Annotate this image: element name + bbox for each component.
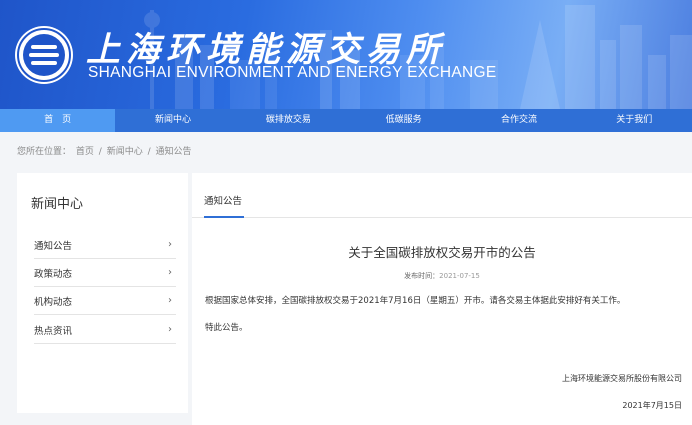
sidebar-item-label: 政策动态: [34, 268, 73, 280]
header-banner: 上海环境能源交易所 SHANGHAI ENVIRONMENT AND ENERG…: [0, 0, 692, 109]
breadcrumb-link-news[interactable]: 新闻中心: [107, 147, 143, 157]
chevron-right-icon: ›: [168, 295, 172, 306]
tab-divider: [192, 217, 692, 218]
sidebar-item-institution[interactable]: 机构动态 ›: [34, 287, 176, 315]
article-paragraph: 特此公告。: [205, 323, 248, 333]
nav-item-low-carbon-services[interactable]: 低碳服务: [346, 109, 461, 132]
publish-date: 2021-07-15: [439, 272, 480, 280]
tab-notices[interactable]: 通知公告: [204, 193, 242, 207]
main-content: 通知公告 关于全国碳排放权交易开市的公告 发布时间：2021-07-15 根据国…: [192, 173, 692, 425]
signing-date: 2021年7月15日: [622, 401, 682, 410]
nav-item-carbon-trading[interactable]: 碳排放交易: [231, 109, 346, 132]
breadcrumb-current: 通知公告: [155, 147, 192, 157]
sidebar-item-notices[interactable]: 通知公告 ›: [34, 231, 176, 259]
nav-item-about[interactable]: 关于我们: [577, 109, 692, 132]
publish-label: 发布时间：: [404, 272, 440, 280]
main-nav: 首 页 新闻中心 碳排放交易 低碳服务 合作交流 关于我们: [0, 109, 692, 132]
chevron-right-icon: ›: [168, 324, 172, 335]
breadcrumb-separator: /: [147, 147, 151, 157]
sidebar-item-hot-news[interactable]: 热点资讯 ›: [34, 316, 176, 344]
sidebar: 新闻中心 通知公告 › 政策动态 › 机构动态 › 热点资讯 ›: [17, 173, 188, 413]
company-logo: [15, 26, 73, 84]
nav-item-cooperation[interactable]: 合作交流: [461, 109, 576, 132]
breadcrumb: 您所在位置： 首页 / 新闻中心 / 通知公告: [17, 144, 194, 157]
publish-info: 发布时间：2021-07-15: [192, 271, 692, 281]
sidebar-item-label: 热点资讯: [34, 325, 73, 337]
sidebar-item-label: 机构动态: [34, 296, 73, 308]
page: 上海环境能源交易所 SHANGHAI ENVIRONMENT AND ENERG…: [0, 0, 692, 425]
breadcrumb-prefix: 您所在位置：: [17, 147, 72, 157]
tab-active-indicator: [204, 216, 244, 218]
article-paragraph: 根据国家总体安排，全国碳排放权交易于2021年7月16日（星期五）开市。请各交易…: [205, 296, 626, 306]
chevron-right-icon: ›: [168, 239, 172, 250]
nav-item-news[interactable]: 新闻中心: [115, 109, 230, 132]
sidebar-item-policy[interactable]: 政策动态 ›: [34, 259, 176, 287]
nav-item-home[interactable]: 首 页: [0, 109, 116, 132]
chevron-right-icon: ›: [168, 267, 172, 278]
org-name-english: SHANGHAI ENVIRONMENT AND ENERGY EXCHANGE: [88, 64, 497, 81]
sidebar-title: 新闻中心: [31, 197, 84, 212]
breadcrumb-separator: /: [98, 147, 102, 157]
article-title: 关于全国碳排放权交易开市的公告: [348, 245, 536, 260]
signing-organization: 上海环境能源交易所股份有限公司: [562, 374, 682, 383]
sidebar-item-label: 通知公告: [34, 240, 73, 252]
breadcrumb-link-home[interactable]: 首页: [76, 147, 94, 157]
